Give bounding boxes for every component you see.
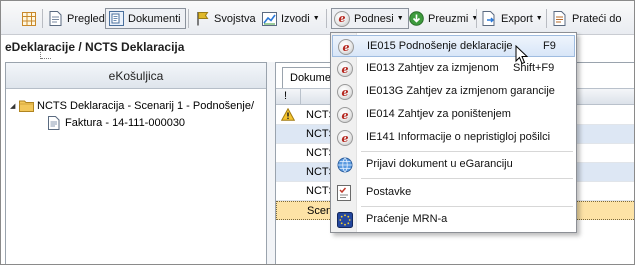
toolbar-separator — [476, 9, 477, 28]
folder-icon — [18, 98, 34, 114]
flag-icon — [194, 11, 210, 27]
menu-separator — [361, 151, 573, 152]
panel-splitter[interactable] — [267, 62, 275, 264]
preuzmi-button[interactable]: Preuzmi ▼ — [408, 8, 478, 29]
breadcrumb: eDeklaracije / NCTS Deklaracija — [5, 40, 185, 54]
menu-item-ie014[interactable]: e IE014 Zahtjev za poništenjem — [332, 104, 575, 126]
prateci-dokumenti-label: Prateći do — [572, 12, 622, 25]
tree-node-label: Faktura - 14-111-000030 — [65, 116, 186, 129]
izvodi-label: Izvodi — [281, 12, 310, 25]
tree-node-label: NCTS Deklaracija - Scenarij 1 - Podnošen… — [37, 99, 255, 112]
e-icon: e — [338, 39, 354, 55]
toolbar: Pregled Dokumenti Svojstva Izvodi ▼ e Po… — [1, 1, 634, 35]
e-icon: e — [337, 61, 353, 77]
pregled-label: Pregled — [67, 12, 105, 25]
prateci-dokumenti-button[interactable]: Prateći do — [552, 8, 622, 29]
tracking-icon — [552, 11, 568, 27]
export-button[interactable]: Export ▼ — [481, 8, 543, 29]
podnesi-label: Podnesi — [354, 12, 394, 25]
menu-item-label: IE013G Zahtjev za izmjenom garancije — [366, 85, 555, 97]
menu-separator — [361, 206, 573, 207]
izvodi-button[interactable]: Izvodi ▼ — [261, 8, 320, 29]
chevron-down-icon: ▼ — [535, 15, 543, 22]
toolbar-separator — [326, 9, 327, 28]
menu-item-ie013[interactable]: e IE013 Zahtjev za izmjenom Shift+F9 — [332, 58, 575, 80]
menu-item-label: Praćenje MRN-a — [366, 213, 448, 225]
collapse-arrow-icon[interactable]: ◢ — [10, 102, 15, 110]
ekosuljica-panel: eKošuljica ◢ NCTS Deklaracija - Scenarij… — [5, 62, 267, 264]
menu-item-label: IE013 Zahtjev za izmjenom — [366, 62, 499, 74]
preuzmi-label: Preuzmi — [428, 12, 469, 25]
table-cell: Scen — [307, 205, 333, 217]
eu-flag-icon — [337, 212, 353, 228]
tree-connector-line — [41, 58, 51, 59]
menu-item-postavke[interactable]: Postavke — [332, 182, 575, 204]
ekosuljica-header: eKošuljica — [6, 63, 266, 89]
menu-item-label: Prijavi dokument u eGaranciju — [366, 158, 513, 170]
checklist-icon — [337, 185, 353, 201]
podnesi-dropdown-menu: e IE015 Podnošenje deklaracije F9 e IE01… — [330, 32, 577, 233]
dokumenti-button[interactable]: Dokumenti — [105, 8, 186, 29]
warning-icon — [280, 107, 296, 121]
documents-icon — [108, 11, 124, 27]
menu-item-label: Postavke — [366, 186, 412, 198]
chevron-down-icon: ▼ — [471, 15, 479, 22]
e-icon: e — [334, 10, 350, 27]
e-icon: e — [337, 130, 353, 146]
menu-separator — [361, 178, 573, 179]
menu-item-label: IE014 Zahtjev za poništenjem — [366, 108, 511, 120]
menu-item-shortcut: F9 — [543, 40, 556, 52]
dokumenti-label: Dokumenti — [128, 12, 181, 25]
column-header-status[interactable]: ! — [284, 90, 287, 102]
mouse-cursor-icon — [515, 44, 529, 68]
svojstva-button[interactable]: Svojstva — [194, 8, 256, 29]
chevron-down-icon: ▼ — [312, 15, 320, 22]
menu-item-prijavi-egaranciju[interactable]: Prijavi dokument u eGaranciju — [332, 154, 575, 176]
download-icon — [408, 11, 424, 27]
chart-icon — [261, 11, 277, 27]
menu-item-pracenje-mrn[interactable]: Praćenje MRN-a — [332, 209, 575, 231]
podnesi-menu-button[interactable]: e Podnesi ▼ — [331, 8, 409, 29]
toolbar-separator — [546, 9, 547, 28]
menu-item-ie141[interactable]: e IE141 Informacije o nepristigloj pošil… — [332, 127, 575, 149]
menu-item-ie013g[interactable]: e IE013G Zahtjev za izmjenom garancije — [332, 81, 575, 103]
menu-item-label: IE141 Informacije o nepristigloj pošilci — [366, 131, 551, 143]
document-icon — [46, 115, 62, 131]
toolbar-separator — [42, 9, 43, 28]
tree-node-faktura[interactable]: Faktura - 14-111-000030 — [10, 114, 266, 131]
export-label: Export — [501, 12, 533, 25]
toolbar-separator — [188, 9, 189, 28]
svojstva-label: Svojstva — [214, 12, 256, 25]
chevron-down-icon: ▼ — [396, 15, 404, 22]
menu-item-ie015[interactable]: e IE015 Podnošenje deklaracije F9 — [332, 35, 575, 57]
tree-node-ncts-deklaracija[interactable]: ◢ NCTS Deklaracija - Scenarij 1 - Podnoš… — [10, 97, 266, 114]
menu-item-label: IE015 Podnošenje deklaracije — [367, 40, 513, 52]
grid-view-button[interactable] — [21, 8, 37, 29]
e-icon: e — [337, 107, 353, 123]
globe-icon — [337, 157, 353, 173]
document-tree: ◢ NCTS Deklaracija - Scenarij 1 - Podnoš… — [10, 97, 266, 131]
column-divider — [300, 89, 301, 105]
pregled-button[interactable]: Pregled — [47, 8, 105, 29]
grid-icon — [21, 11, 37, 27]
application-window: Pregled Dokumenti Svojstva Izvodi ▼ e Po… — [0, 0, 635, 265]
e-icon: e — [337, 84, 353, 100]
page-icon — [47, 11, 63, 27]
export-icon — [481, 11, 497, 27]
